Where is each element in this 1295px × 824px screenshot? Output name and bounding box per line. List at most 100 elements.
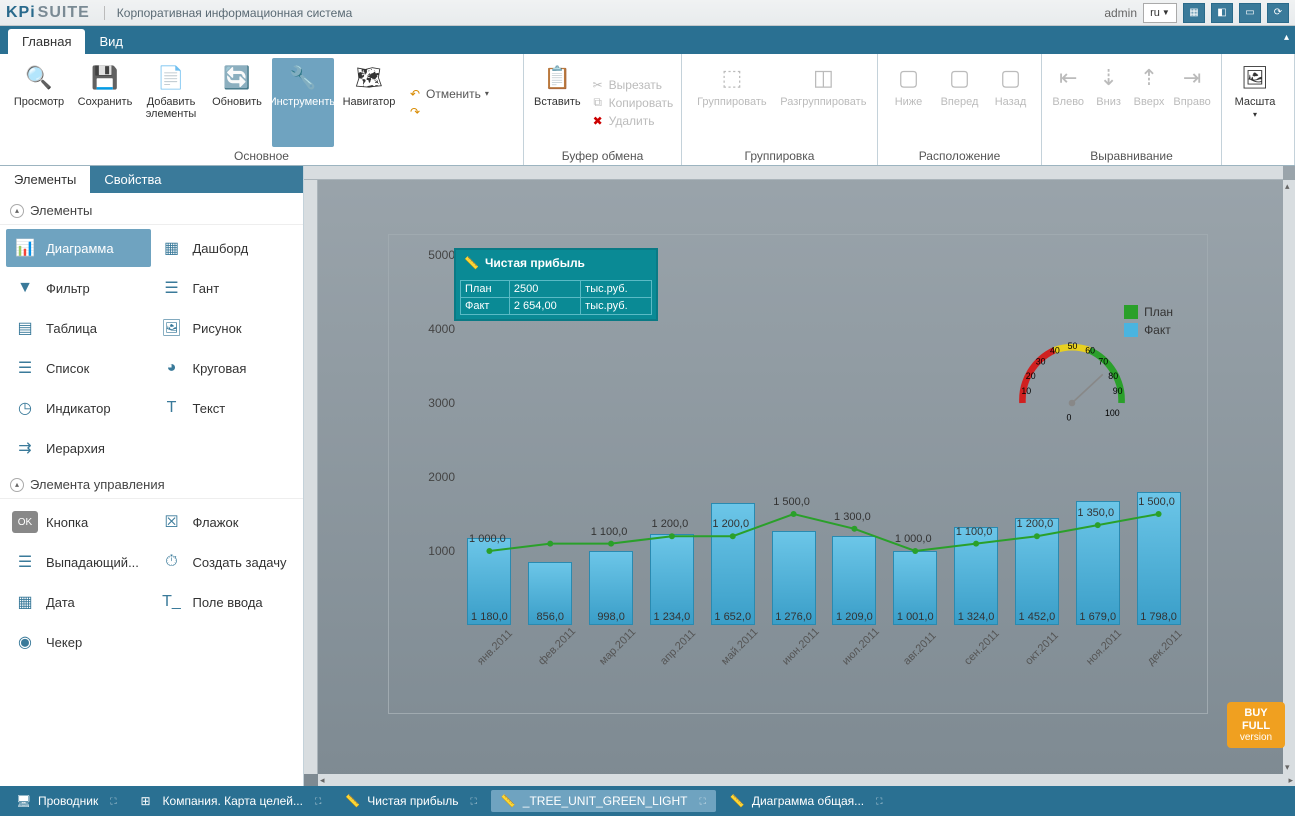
bottom-company[interactable]: ⊞Компания. Карта целей...⛶: [131, 790, 332, 812]
navigator-button[interactable]: 🗺Навигатор: [338, 58, 400, 147]
x-tick-label: ноя.2011: [1084, 627, 1124, 667]
list-icon: ☰: [12, 357, 38, 379]
x-tick-label: окт.2011: [1023, 630, 1061, 668]
svg-text:80: 80: [1108, 371, 1118, 381]
ribbon-group-clipboard: Буфер обмена: [532, 147, 673, 163]
palette-hierarchy[interactable]: ⇉Иерархия: [6, 429, 151, 467]
x-tick-label: авг.2011: [901, 630, 939, 668]
arrange-back-button[interactable]: ▢Назад: [988, 58, 1033, 147]
button-icon: OK: [12, 511, 38, 533]
language-selector[interactable]: ru ▼: [1143, 3, 1177, 23]
palette-gantt[interactable]: ☰Гант: [153, 269, 298, 307]
palette-chart[interactable]: 📊Диаграмма: [6, 229, 151, 267]
delete-button[interactable]: ✖Удалить: [587, 113, 678, 129]
arrange-below-button[interactable]: ▢Ниже: [886, 58, 931, 147]
table-icon: ▤: [12, 317, 38, 339]
ruler-vertical: [304, 180, 318, 774]
clipboard-icon: 📋: [541, 62, 573, 94]
delete-icon: ✖: [591, 114, 605, 128]
palette-create-task[interactable]: ⏱Создать задачу: [153, 543, 298, 581]
map-icon: 🗺: [353, 62, 385, 94]
bottom-explorer[interactable]: 🖥Проводник⛶: [6, 790, 127, 812]
main-tabs: Главная Вид ▴: [0, 26, 1295, 54]
ungroup-button[interactable]: ◫Разгруппировать: [778, 58, 869, 147]
palette-dropdown[interactable]: ☰Выпадающий...: [6, 543, 151, 581]
align-left-button[interactable]: ⇤Влево: [1050, 58, 1086, 147]
user-icon[interactable]: ◧: [1211, 3, 1233, 23]
bottom-profit[interactable]: 📏Чистая прибыль⛶: [335, 790, 487, 812]
chart-tooltip: 📏Чистая прибыль План2500тыс.руб. Факт2 6…: [454, 248, 658, 321]
palette-list[interactable]: ☰Список: [6, 349, 151, 387]
bottom-tree[interactable]: 📏_TREE_UNIT_GREEN_LIGHT⛶: [491, 790, 716, 812]
buy-full-badge[interactable]: BUYFULLversion: [1227, 702, 1285, 748]
gauge-icon: ◷: [12, 397, 38, 419]
gauge-widget[interactable]: 1020 3040 5060 7080 900 100: [997, 315, 1147, 425]
palette-date[interactable]: ▦Дата: [6, 583, 151, 621]
add-elements-button[interactable]: 📄Добавить элементы: [140, 58, 202, 147]
palette-indicator[interactable]: ◷Индикатор: [6, 389, 151, 427]
palette-table[interactable]: ▤Таблица: [6, 309, 151, 347]
x-tick-label: мар.2011: [597, 626, 638, 667]
palette-filter[interactable]: ▼Фильтр: [6, 269, 151, 307]
scale-button[interactable]: 🖼Масшта▾: [1230, 58, 1280, 161]
image-icon: 🖼: [159, 317, 185, 339]
palette-dashboard[interactable]: ▦Дашборд: [153, 229, 298, 267]
send-below-icon: ▢: [893, 62, 925, 94]
bottom-diagram[interactable]: 📏Диаграмма общая...⛶: [720, 790, 893, 812]
current-user: admin: [1104, 6, 1137, 20]
y-tick: 4000: [405, 322, 455, 336]
design-canvas[interactable]: ◂▸ ▴▾ 1 180,0янв.2011856,0фев.2011998,0м…: [304, 166, 1295, 786]
window-icon[interactable]: ▭: [1239, 3, 1261, 23]
align-right-button[interactable]: ⇥Вправо: [1171, 58, 1213, 147]
dropdown-icon: ☰: [12, 551, 38, 573]
sidebar-section-controls[interactable]: ▴Элемента управления: [0, 471, 303, 499]
palette-checker[interactable]: ◉Чекер: [6, 623, 151, 661]
svg-text:60: 60: [1085, 346, 1095, 356]
copy-button[interactable]: ⧉Копировать: [587, 95, 678, 111]
paste-button[interactable]: 📋Вставить: [532, 58, 583, 147]
x-tick-label: фев.2011: [536, 625, 578, 667]
preview-button[interactable]: 🔍Просмотр: [8, 58, 70, 147]
save-button[interactable]: 💾Сохранить: [74, 58, 136, 147]
caret-up-icon: ▴: [10, 478, 24, 492]
align-down-button[interactable]: ⇣Вниз: [1090, 58, 1126, 147]
x-tick-label: июл.2011: [840, 626, 882, 668]
tab-view[interactable]: Вид: [85, 29, 137, 54]
palette-text[interactable]: TТекст: [153, 389, 298, 427]
ruler-icon: 📏: [730, 794, 746, 808]
cut-button[interactable]: ✂Вырезать: [587, 77, 678, 93]
group-button[interactable]: ⬚Группировать: [690, 58, 774, 147]
monitor-icon: 🖥: [16, 794, 32, 808]
calendar-icon[interactable]: ▦: [1183, 3, 1205, 23]
magnifier-icon: 🔍: [23, 62, 55, 94]
sidebar-tab-properties[interactable]: Свойства: [90, 166, 175, 193]
file-plus-icon: 📄: [155, 62, 187, 94]
redo-button[interactable]: ↷: [404, 104, 493, 120]
ribbon: 🔍Просмотр 💾Сохранить 📄Добавить элементы …: [0, 54, 1295, 166]
scrollbar-vertical[interactable]: ▴▾: [1283, 180, 1295, 774]
refresh-button[interactable]: 🔄Обновить: [206, 58, 268, 147]
svg-text:30: 30: [1036, 357, 1046, 367]
collapse-ribbon-icon[interactable]: ▴: [1284, 32, 1289, 43]
sidebar-tab-elements[interactable]: Элементы: [0, 166, 90, 193]
tab-main[interactable]: Главная: [8, 29, 85, 54]
scrollbar-horizontal[interactable]: ◂▸: [318, 774, 1295, 786]
undo-button[interactable]: ↶Отменить ▾: [404, 86, 493, 102]
arrange-forward-button[interactable]: ▢Вперед: [935, 58, 984, 147]
palette-image[interactable]: 🖼Рисунок: [153, 309, 298, 347]
refresh-icon[interactable]: ⟳: [1267, 3, 1289, 23]
tools-button[interactable]: 🔧Инструменты: [272, 58, 334, 147]
palette-checkbox[interactable]: ☒Флажок: [153, 503, 298, 541]
align-up-button[interactable]: ⇡Вверх: [1131, 58, 1167, 147]
bring-forward-icon: ▢: [944, 62, 976, 94]
text-icon: T: [159, 397, 185, 419]
sidebar-section-elements[interactable]: ▴Элементы: [0, 197, 303, 225]
x-tick-label: апр.2011: [658, 627, 698, 667]
expand-icon: ⛶: [700, 796, 706, 807]
palette-button[interactable]: OKКнопка: [6, 503, 151, 541]
funnel-icon: ▼: [12, 277, 38, 299]
palette-input[interactable]: T_Поле ввода: [153, 583, 298, 621]
ribbon-group-arrange: Расположение: [886, 147, 1033, 163]
palette-pie[interactable]: ◕Круговая: [153, 349, 298, 387]
checkbox-icon: ☒: [159, 511, 185, 533]
